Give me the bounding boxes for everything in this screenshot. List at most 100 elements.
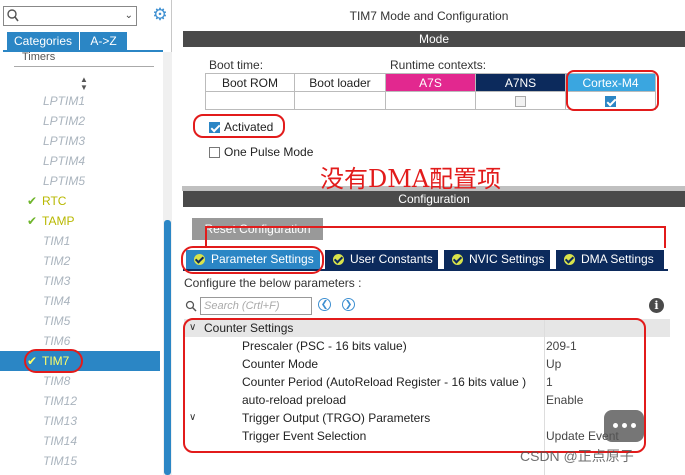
param-group-row[interactable]: ∨ Trigger Output (TRGO) Parameters [184, 409, 670, 427]
param-row[interactable]: Trigger Event Selection Update Event [184, 427, 670, 445]
col-a7s: A7S [385, 73, 476, 92]
col-boot-rom: Boot ROM [205, 73, 295, 92]
ip-search-input[interactable]: ⌄ [3, 6, 137, 26]
parameter-search-input[interactable]: Search (Crtl+F) [200, 297, 312, 315]
sidebar-item-label: LPTIM2 [43, 114, 86, 128]
tab-label: User Constants [350, 252, 433, 266]
previous-arrow-icon[interactable]: ❮ [318, 298, 331, 311]
sidebar-item-label: LPTIM5 [43, 174, 86, 188]
info-icon[interactable]: i [649, 298, 664, 313]
one-pulse-checkbox[interactable] [209, 147, 220, 159]
sidebar-item-lptim2[interactable]: LPTIM2 [0, 111, 160, 131]
param-value[interactable]: Up [546, 355, 561, 373]
cell-boot-rom [205, 91, 295, 110]
activated-option[interactable]: Activated [209, 120, 273, 134]
sidebar-item-tim6[interactable]: TIM6 [0, 331, 160, 351]
one-pulse-option[interactable]: One Pulse Mode [209, 145, 313, 159]
sidebar-item-label: TIM15 [43, 454, 78, 468]
sidebar-item-tim3[interactable]: TIM3 [0, 271, 160, 291]
sidebar-item-tim14[interactable]: TIM14 [0, 431, 160, 451]
sidebar-item-lptim3[interactable]: LPTIM3 [0, 131, 160, 151]
left-panel: ⌄ ⚙ Categories A->Z Timers ▲ ▼ LPTIM1 LPTI… [0, 0, 172, 475]
cortex-m4-checkbox[interactable] [605, 95, 616, 107]
annotation-line [205, 226, 207, 246]
param-name: Trigger Event Selection [242, 429, 367, 443]
param-value[interactable]: 209-1 [546, 337, 577, 355]
tab-categories[interactable]: Categories [7, 32, 79, 50]
param-row[interactable]: auto-reload preload Enable [184, 391, 670, 409]
chevron-down-icon[interactable]: ⌄ [125, 10, 133, 21]
cell-cortex-m4 [565, 91, 656, 110]
param-name: Counter Settings [204, 321, 294, 335]
tab-underline [183, 269, 668, 271]
check-circle-icon [564, 254, 575, 265]
checkmark-icon: ✔ [27, 354, 38, 368]
tab-user-constants[interactable]: User Constants [325, 250, 438, 269]
reset-configuration-button[interactable]: Reset Configuration [192, 218, 323, 240]
one-pulse-label: One Pulse Mode [224, 145, 314, 159]
sidebar-item-lptim1[interactable]: LPTIM1 [0, 91, 160, 111]
chevron-down-icon[interactable]: ∨ [189, 409, 196, 427]
col-boot-loader: Boot loader [294, 73, 386, 92]
a7ns-checkbox[interactable] [515, 95, 526, 107]
col-cortex-m4: Cortex-M4 [565, 73, 656, 92]
param-name: Prescaler (PSC - 16 bits value) [242, 339, 407, 353]
sidebar-item-lptim5[interactable]: LPTIM5 [0, 171, 160, 191]
sidebar-item-tim1[interactable]: TIM1 [0, 231, 160, 251]
sidebar-item-tamp[interactable]: ✔ TAMP [0, 211, 160, 231]
param-row[interactable]: Counter Period (AutoReload Register - 16… [184, 373, 670, 391]
activated-checkbox[interactable] [209, 122, 220, 134]
configuration-header: Configuration [183, 191, 685, 207]
tab-dma-settings[interactable]: DMA Settings [556, 250, 664, 269]
param-name: Trigger Output (TRGO) Parameters [242, 411, 431, 425]
param-name: Counter Period (AutoReload Register - 16… [242, 375, 527, 389]
search-icon [7, 9, 19, 22]
param-row[interactable]: Prescaler (PSC - 16 bits value) 209-1 [184, 337, 670, 355]
divider [14, 66, 154, 67]
sidebar-item-label: TIM1 [43, 234, 71, 248]
tab-label: NVIC Settings [469, 252, 545, 266]
sidebar-item-tim12[interactable]: TIM12 [0, 391, 160, 411]
category-label[interactable]: Timers [22, 51, 55, 63]
sidebar-item-tim15[interactable]: TIM15 [0, 451, 160, 471]
search-icon [185, 300, 197, 312]
sidebar-item-tim7[interactable]: ✔ TIM7 [0, 351, 160, 371]
gear-icon[interactable]: ⚙ [151, 6, 169, 24]
tab-nvic-settings[interactable]: NVIC Settings [444, 250, 550, 269]
param-value[interactable]: 1 [546, 373, 553, 391]
sidebar-item-tim13[interactable]: TIM13 [0, 411, 160, 431]
sidebar-item-tim2[interactable]: TIM2 [0, 251, 160, 271]
tab-parameter-settings[interactable]: Parameter Settings [186, 250, 320, 269]
sidebar-item-rtc[interactable]: ✔ RTC [0, 191, 160, 211]
sort-arrow-icon[interactable]: ▲ ▼ [80, 76, 88, 92]
sidebar-item-label: LPTIM1 [43, 94, 86, 108]
param-name: auto-reload preload [242, 393, 347, 407]
param-row[interactable]: Counter Mode Up [184, 355, 670, 373]
param-group-row[interactable]: ∨ Counter Settings [184, 319, 670, 337]
sidebar-item-tim4[interactable]: TIM4 [0, 291, 160, 311]
tab-label: DMA Settings [581, 252, 654, 266]
chevron-down-icon[interactable]: ∨ [189, 319, 196, 337]
tab-a-to-z[interactable]: A->Z [80, 32, 127, 50]
sidebar-item-label: RTC [42, 194, 67, 208]
param-value[interactable]: Enable [546, 391, 583, 409]
tab-label: Parameter Settings [211, 252, 314, 266]
sidebar-item-label: TIM4 [43, 294, 71, 308]
cell-boot-loader [294, 91, 386, 110]
sidebar-item-label: TIM8 [43, 374, 71, 388]
chat-icon[interactable] [604, 410, 644, 442]
sidebar-item-label: LPTIM4 [43, 154, 86, 168]
sidebar-item-label: TIM12 [43, 394, 78, 408]
sidebar-item-label: TIM14 [43, 434, 78, 448]
next-arrow-icon[interactable]: ❯ [342, 298, 355, 311]
checkmark-icon: ✔ [27, 214, 38, 228]
activated-label: Activated [224, 120, 274, 134]
sidebar-item-tim8[interactable]: TIM8 [0, 371, 160, 391]
cell-a7ns [475, 91, 566, 110]
scrollbar-thumb[interactable] [164, 220, 171, 475]
sidebar-item-tim5[interactable]: TIM5 [0, 311, 160, 331]
sidebar-item-lptim4[interactable]: LPTIM4 [0, 151, 160, 171]
sidebar-item-label: TAMP [42, 214, 75, 228]
cell-a7s [385, 91, 476, 110]
sidebar-item-label: TIM6 [43, 334, 71, 348]
